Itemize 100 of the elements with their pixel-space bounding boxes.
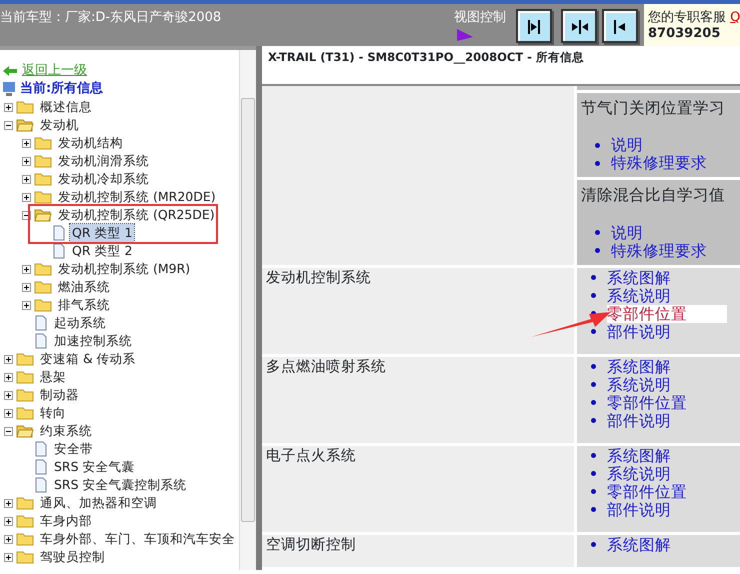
collapse-icon[interactable]	[4, 120, 13, 130]
expand-icon[interactable]	[22, 192, 31, 202]
tree-item[interactable]: 驾驶员控制	[38, 548, 107, 566]
service-label: 您的专职客服	[648, 10, 726, 25]
bullet-icon	[591, 293, 596, 298]
topic-link[interactable]: 部件说明	[607, 500, 671, 518]
tree-item[interactable]: QR 类型 1	[70, 224, 134, 242]
tree-item[interactable]: 发动机	[38, 116, 81, 134]
expand-icon[interactable]	[22, 282, 31, 292]
topic-link[interactable]: 部件说明	[607, 412, 671, 430]
expand-icon[interactable]	[4, 534, 13, 544]
tree-item[interactable]: 车身内部	[38, 512, 94, 530]
collapse-icon[interactable]	[4, 426, 13, 436]
topic-link[interactable]: 特殊修理要求	[611, 154, 707, 172]
section-label: 发动机控制系统	[262, 268, 577, 354]
bullet-icon	[591, 400, 596, 405]
bullet-icon	[591, 364, 596, 369]
tree-item[interactable]: 概述信息	[38, 98, 94, 116]
tree-item[interactable]: SRS 安全气囊控制系统	[52, 476, 189, 494]
view-button[interactable]	[561, 9, 597, 43]
topic-link[interactable]: 部件说明	[607, 322, 671, 340]
folder-icon	[34, 190, 52, 204]
topic-link[interactable]: 零部件位置	[607, 482, 687, 500]
bullet-icon	[595, 230, 600, 235]
folder-icon	[16, 514, 34, 528]
folder-icon	[34, 136, 52, 150]
folder-icon	[34, 280, 52, 294]
topic-link[interactable]: 说明	[611, 224, 643, 242]
expand-icon[interactable]	[22, 300, 31, 310]
tree-item[interactable]: QR 类型 2	[70, 242, 134, 260]
topic-link[interactable]: 零部件位置	[607, 304, 727, 322]
document-icon	[34, 315, 48, 331]
topic-link[interactable]: 说明	[611, 136, 643, 154]
bullet-icon	[591, 489, 596, 494]
folder-icon	[16, 370, 34, 384]
expand-icon[interactable]	[4, 354, 13, 364]
section-label: 空调切断控制	[262, 534, 577, 566]
expand-icon[interactable]	[22, 138, 31, 148]
topic-link[interactable]: 系统说明	[607, 286, 671, 304]
folder-icon	[16, 388, 34, 402]
bullet-icon	[591, 329, 596, 334]
tree-item[interactable]: 发动机控制系统 (M9R)	[56, 260, 192, 278]
expand-icon[interactable]	[4, 372, 13, 382]
expand-icon[interactable]	[4, 516, 13, 526]
tree-item[interactable]: 约束系统	[38, 422, 94, 440]
document-icon	[34, 441, 48, 457]
expand-icon[interactable]	[22, 174, 31, 184]
tree-item[interactable]: SRS 安全气囊	[52, 458, 137, 476]
topic-link[interactable]: 零部件位置	[607, 394, 687, 412]
tree-item[interactable]: 发动机控制系统 (MR20DE)	[56, 188, 218, 206]
view-button[interactable]	[602, 9, 638, 43]
section-label: 多点燃油喷射系统	[262, 356, 577, 442]
tree-item[interactable]: 转向	[38, 404, 68, 422]
topic-link[interactable]: 系统说明	[607, 376, 671, 394]
folder-icon	[16, 532, 34, 546]
expand-icon[interactable]	[4, 408, 13, 418]
topic-link[interactable]: 特殊修理要求	[611, 242, 707, 260]
view-button[interactable]	[516, 9, 552, 43]
tree-item[interactable]: 起动系统	[52, 314, 108, 332]
vehicle-label: 当前车型：厂家:D-东风日产奇骏2008	[0, 9, 222, 27]
bullet-icon	[591, 471, 596, 476]
topic-link[interactable]: 系统说明	[607, 464, 671, 482]
tree-item[interactable]: 加速控制系统	[52, 332, 134, 350]
tree-item[interactable]: 变速箱 & 传动系	[38, 350, 138, 368]
document-icon	[34, 459, 48, 475]
tree-item[interactable]: 排气系统	[56, 296, 112, 314]
bullet-icon	[595, 142, 600, 148]
tree-item[interactable]: 发动机控制系统 (QR25DE)	[56, 206, 217, 224]
expand-icon[interactable]	[4, 552, 13, 562]
back-link[interactable]: 返回上一级	[22, 61, 87, 81]
current-location: 当前:所有信息	[20, 80, 104, 98]
expand-icon[interactable]	[22, 156, 31, 166]
topic-link[interactable]: 系统图解	[607, 446, 671, 464]
tree-item[interactable]: 发动机结构	[56, 134, 125, 152]
folder-icon	[34, 262, 52, 276]
tree-item[interactable]: 发动机润滑系统	[56, 152, 151, 170]
scrollbar[interactable]	[239, 50, 256, 570]
expand-icon[interactable]	[4, 498, 13, 508]
expand-icon[interactable]	[4, 102, 13, 112]
expand-icon[interactable]	[22, 264, 31, 274]
tree-item[interactable]: 制动器	[38, 386, 81, 404]
topic-link[interactable]: 系统图解	[607, 358, 671, 376]
folder-icon	[16, 550, 34, 564]
open-folder-icon	[16, 118, 34, 132]
tree-item[interactable]: 发动机冷却系统	[56, 170, 151, 188]
folder-icon	[16, 496, 34, 510]
expand-icon[interactable]	[4, 390, 13, 400]
tree-item[interactable]: 车身外部、车门、车顶和汽车安全	[38, 530, 237, 548]
tree-item[interactable]: 安全带	[52, 440, 95, 458]
bullet-icon	[595, 160, 600, 166]
service-link[interactable]: Q	[730, 10, 740, 25]
section-heading: 节气门关闭位置学习	[581, 98, 726, 119]
tree-item[interactable]: 燃油系统	[56, 278, 112, 296]
tree-item[interactable]: 悬架	[38, 368, 68, 386]
topic-link[interactable]: 系统图解	[607, 268, 671, 286]
bullet-icon	[591, 275, 596, 280]
folder-icon	[16, 100, 34, 114]
section-label: 电子点火系统	[262, 446, 577, 532]
topic-link[interactable]: 系统图解	[607, 536, 671, 554]
tree-item[interactable]: 通风、加热器和空调	[38, 494, 159, 512]
